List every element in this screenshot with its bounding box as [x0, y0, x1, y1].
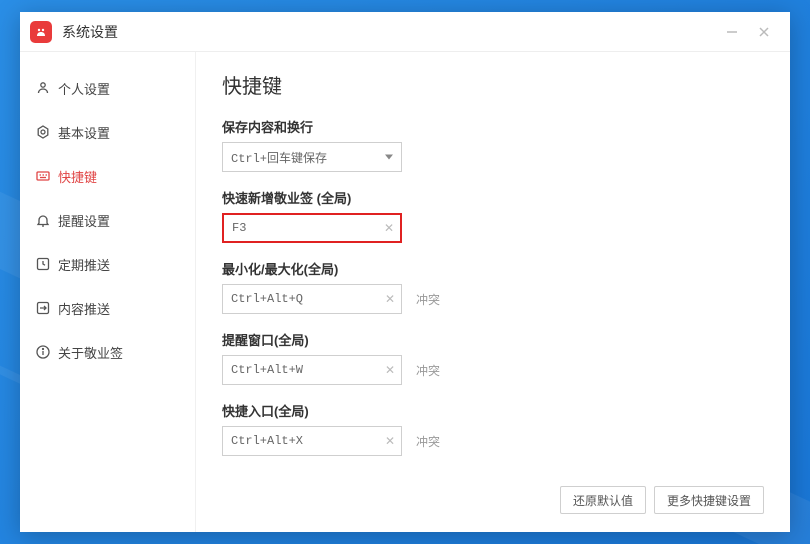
keyboard-icon — [34, 167, 52, 185]
info-icon — [34, 343, 52, 361]
clear-icon[interactable]: ✕ — [384, 221, 394, 235]
group-remind-label: 提醒窗口(全局) — [222, 330, 764, 349]
minmax-input[interactable] — [231, 292, 393, 306]
page-heading: 快捷键 — [222, 70, 764, 99]
group-addnote: 快速新增敬业签 (全局) ✕ — [222, 188, 764, 243]
save-select[interactable]: Ctrl+回车键保存 — [222, 142, 402, 172]
restore-defaults-button[interactable]: 还原默认值 — [560, 486, 646, 514]
group-minmax: 最小化/最大化(全局) ✕ 冲突 — [222, 259, 764, 314]
sidebar: 个人设置 基本设置 快捷键 提醒设置 — [20, 52, 196, 532]
chevron-down-icon — [385, 155, 393, 160]
sidebar-item-basic[interactable]: 基本设置 — [20, 110, 195, 154]
save-select-value: Ctrl+回车键保存 — [231, 149, 327, 166]
minmax-input-wrapper: ✕ — [222, 284, 402, 314]
conflict-badge: 冲突 — [416, 433, 440, 450]
sidebar-item-personal[interactable]: 个人设置 — [20, 66, 195, 110]
sidebar-item-label: 定期推送 — [58, 255, 110, 274]
sidebar-item-content-push[interactable]: 内容推送 — [20, 286, 195, 330]
sidebar-item-label: 内容推送 — [58, 299, 110, 318]
sidebar-item-shortcuts[interactable]: 快捷键 — [20, 154, 195, 198]
send-icon — [34, 299, 52, 317]
person-icon — [34, 79, 52, 97]
group-remind: 提醒窗口(全局) ✕ 冲突 — [222, 330, 764, 385]
group-save-label: 保存内容和换行 — [222, 117, 764, 136]
sidebar-item-label: 个人设置 — [58, 79, 110, 98]
remind-input-wrapper: ✕ — [222, 355, 402, 385]
close-button[interactable] — [748, 16, 780, 48]
group-entry-label: 快捷入口(全局) — [222, 401, 764, 420]
titlebar: 系统设置 — [20, 12, 790, 52]
entry-input[interactable] — [231, 434, 393, 448]
sidebar-item-label: 关于敬业签 — [58, 343, 123, 362]
group-minmax-label: 最小化/最大化(全局) — [222, 259, 764, 278]
sidebar-item-label: 快捷键 — [58, 167, 97, 186]
addnote-input-wrapper: ✕ — [222, 213, 402, 243]
group-entry: 快捷入口(全局) ✕ 冲突 — [222, 401, 764, 456]
settings-window: 系统设置 个人设置 基本设置 — [20, 12, 790, 532]
entry-input-wrapper: ✕ — [222, 426, 402, 456]
sidebar-item-label: 提醒设置 — [58, 211, 110, 230]
sidebar-item-reminder[interactable]: 提醒设置 — [20, 198, 195, 242]
bell-icon — [34, 211, 52, 229]
sidebar-item-about[interactable]: 关于敬业签 — [20, 330, 195, 374]
conflict-badge: 冲突 — [416, 291, 440, 308]
sidebar-item-scheduled-push[interactable]: 定期推送 — [20, 242, 195, 286]
clear-icon[interactable]: ✕ — [385, 434, 395, 448]
content-panel: 快捷键 保存内容和换行 Ctrl+回车键保存 快速新增敬业签 (全局) ✕ — [196, 52, 790, 532]
app-icon — [30, 21, 52, 43]
gear-icon — [34, 123, 52, 141]
group-addnote-label: 快速新增敬业签 (全局) — [222, 188, 764, 207]
minimize-button[interactable] — [716, 16, 748, 48]
clock-icon — [34, 255, 52, 273]
conflict-badge: 冲突 — [416, 362, 440, 379]
more-shortcuts-button[interactable]: 更多快捷键设置 — [654, 486, 764, 514]
clear-icon[interactable]: ✕ — [385, 292, 395, 306]
footer-buttons: 还原默认值 更多快捷键设置 — [560, 486, 764, 514]
group-save: 保存内容和换行 Ctrl+回车键保存 — [222, 117, 764, 172]
sidebar-item-label: 基本设置 — [58, 123, 110, 142]
window-title: 系统设置 — [62, 22, 118, 42]
clear-icon[interactable]: ✕ — [385, 363, 395, 377]
remind-input[interactable] — [231, 363, 393, 377]
addnote-input[interactable] — [232, 221, 392, 235]
